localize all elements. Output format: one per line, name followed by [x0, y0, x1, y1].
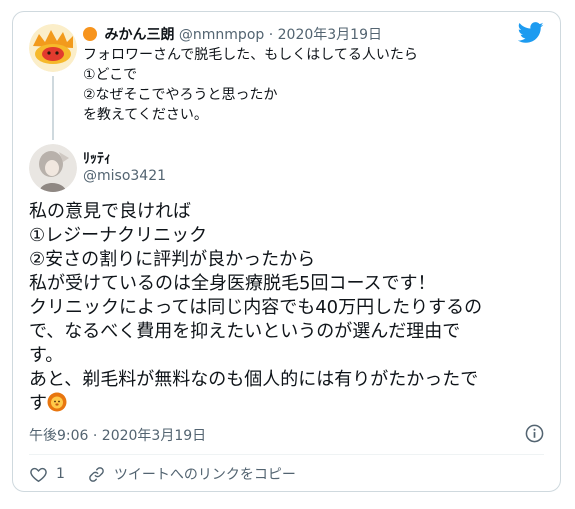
- reply-handle[interactable]: @miso3421: [83, 168, 166, 184]
- parent-header: みかん三朗 @nmnmpop · 2020年3月19日: [83, 24, 382, 44]
- parent-avatar[interactable]: [29, 24, 77, 72]
- twitter-bird-icon[interactable]: [518, 22, 544, 44]
- reply-tweet-text: 私の意見で良ければ ①レジーナクリニック ②安さの割りに評判が良かったから 私が…: [29, 200, 549, 416]
- reply-line: 私の意見で良ければ: [29, 201, 191, 222]
- reply-line: す: [29, 393, 47, 414]
- orange-emoji-icon: [83, 27, 97, 41]
- action-bar: 1 ツイートへのリンクをコピー: [29, 463, 318, 485]
- parent-date[interactable]: 2020年3月19日: [278, 27, 382, 43]
- divider: [29, 454, 544, 455]
- reply-avatar[interactable]: [29, 144, 77, 192]
- tweet-timestamp[interactable]: 午後9:06 · 2020年3月19日: [29, 425, 206, 445]
- info-icon[interactable]: [525, 424, 544, 443]
- meta-separator: ·: [268, 27, 274, 43]
- parent-tweet-text: フォロワーさんで脱毛した、もしくはしてる人いたら ①どこで ②なぜそこでやろうと…: [83, 45, 418, 125]
- reply-line: す。: [29, 345, 64, 366]
- reply-display-name[interactable]: ﾘｯﾃｨ: [83, 148, 111, 168]
- reply-line: ①レジーナクリニック: [29, 225, 208, 246]
- parent-line: ②なぜそこでやろうと思ったか: [83, 87, 278, 103]
- copy-link-label: ツイートへのリンクをコピー: [113, 467, 296, 483]
- like-count: 1: [56, 466, 65, 482]
- parent-line: ①どこで: [83, 67, 138, 83]
- reply-line: 私が受けているのは全身医療脱毛5回コースです！: [29, 273, 436, 294]
- reply-line: あと、剃毛料が無料なのも個人的には有りがたかったで: [29, 369, 479, 390]
- tweet-embed-card[interactable]: みかん三朗 @nmnmpop · 2020年3月19日 フォロワーさんで脱毛した…: [12, 11, 561, 492]
- reply-line-last: す: [29, 392, 549, 416]
- reply-line: で、なるべく費用を抑えたいというのが選んだ理由で: [29, 321, 461, 342]
- link-icon: [89, 466, 104, 482]
- lion-emoji-icon: [47, 392, 67, 412]
- heart-icon: [30, 467, 47, 482]
- parent-line: を教えてください。: [83, 107, 208, 123]
- copy-link-button[interactable]: ツイートへのリンクをコピー: [87, 464, 296, 484]
- parent-display-name[interactable]: みかん三朗: [104, 27, 174, 43]
- like-button[interactable]: 1: [29, 465, 65, 484]
- reply-line: クリニックによっては同じ内容でも40万円したりするの: [29, 297, 483, 318]
- parent-handle[interactable]: @nmnmpop: [179, 27, 264, 43]
- parent-line: フォロワーさんで脱毛した、もしくはしてる人いたら: [83, 47, 418, 63]
- thread-connector: [52, 76, 54, 140]
- reply-line: ②安さの割りに評判が良かったから: [29, 249, 316, 270]
